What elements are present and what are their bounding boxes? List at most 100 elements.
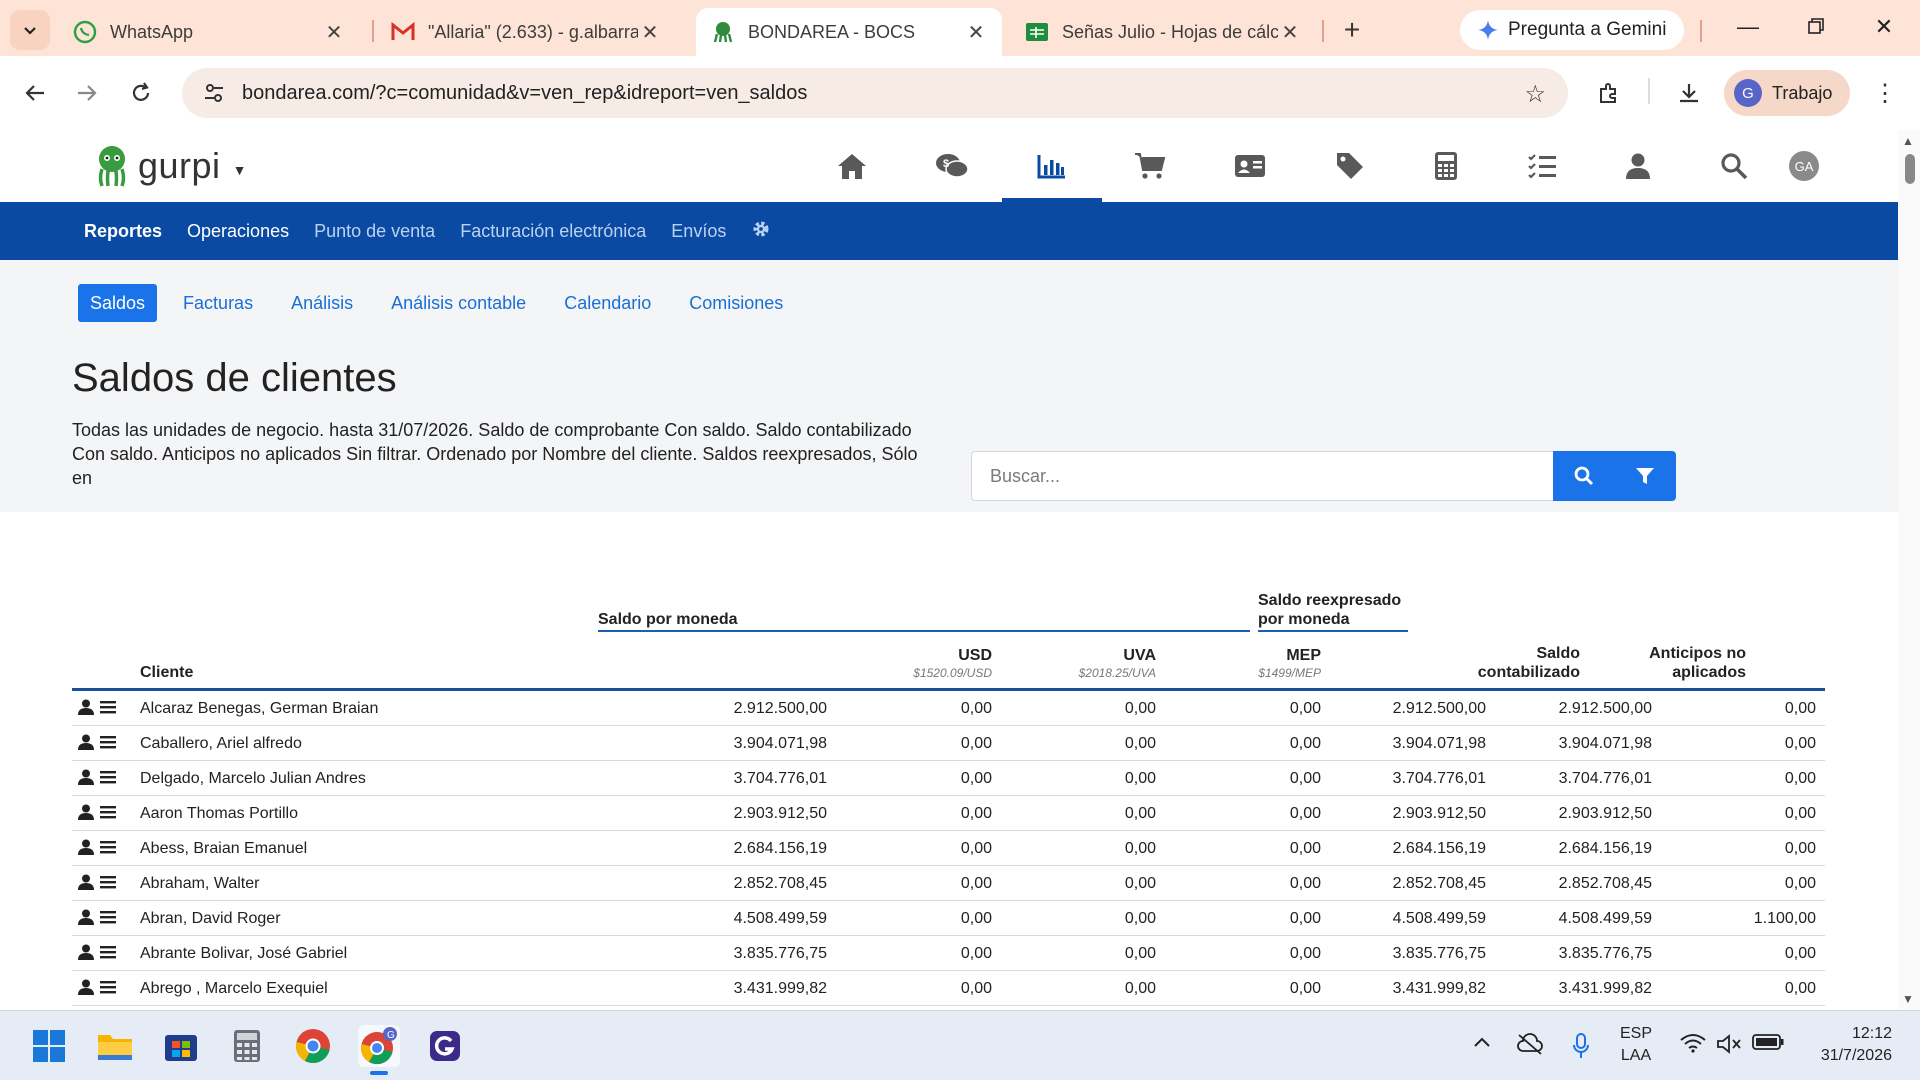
taskbar-chrome[interactable] bbox=[292, 1025, 334, 1067]
tab-sheets[interactable]: Señas Julio - Hojas de cálc ✕ bbox=[1010, 8, 1316, 56]
list-menu-icon[interactable] bbox=[100, 945, 116, 964]
nav-facturacion-electronica[interactable]: Facturación electrónica bbox=[460, 221, 646, 242]
input-language[interactable]: ESP LAA bbox=[1620, 1023, 1652, 1067]
nav-users[interactable] bbox=[1616, 146, 1660, 186]
nav-operaciones[interactable]: Operaciones bbox=[187, 221, 289, 242]
tab-whatsapp[interactable]: WhatsApp ✕ bbox=[58, 8, 360, 56]
tab-bondarea[interactable]: BONDAREA - BOCS ✕ bbox=[696, 8, 1002, 56]
taskbar-store[interactable] bbox=[160, 1025, 202, 1067]
close-window-button[interactable]: ✕ bbox=[1866, 14, 1902, 40]
taskbar-chrome-profile[interactable]: G bbox=[358, 1025, 400, 1075]
address-bar[interactable]: bondarea.com/?c=comunidad&v=ven_rep&idre… bbox=[182, 68, 1568, 118]
user-icon[interactable] bbox=[78, 839, 94, 860]
start-button[interactable] bbox=[28, 1025, 70, 1067]
search-button[interactable] bbox=[1553, 451, 1615, 501]
scroll-up-icon[interactable]: ▲ bbox=[1902, 134, 1914, 148]
user-icon[interactable] bbox=[78, 699, 94, 720]
tab-facturas[interactable]: Facturas bbox=[171, 284, 265, 322]
bookmark-star-icon[interactable]: ☆ bbox=[1524, 80, 1546, 109]
col-header-uva[interactable]: UVA bbox=[1016, 646, 1156, 665]
user-menu[interactable]: GA bbox=[1782, 146, 1826, 186]
cell-client[interactable]: Abraham, Walter bbox=[140, 875, 520, 893]
nav-home[interactable] bbox=[830, 146, 874, 186]
user-icon[interactable] bbox=[78, 874, 94, 895]
page-scrollbar[interactable]: ▲ ▼ bbox=[1898, 130, 1920, 1010]
list-menu-icon[interactable] bbox=[100, 735, 116, 754]
tab-comisiones[interactable]: Comisiones bbox=[677, 284, 795, 322]
nav-accounting[interactable] bbox=[1424, 146, 1468, 186]
taskbar-file-explorer[interactable] bbox=[94, 1025, 136, 1067]
cell-client[interactable]: Abrante Bolivar, José Gabriel bbox=[140, 945, 520, 963]
user-icon[interactable] bbox=[78, 979, 94, 1000]
col-header-advances-1[interactable]: Anticipos no bbox=[1596, 644, 1746, 663]
user-icon[interactable] bbox=[78, 909, 94, 930]
cell-client[interactable]: Aaron Thomas Portillo bbox=[140, 805, 520, 823]
brand-menu[interactable]: gurpi ▼ bbox=[94, 144, 246, 188]
reload-button[interactable] bbox=[122, 74, 160, 112]
list-menu-icon[interactable] bbox=[100, 980, 116, 999]
list-menu-icon[interactable] bbox=[100, 910, 116, 929]
new-tab-button[interactable]: + bbox=[1334, 12, 1370, 48]
scrollbar-thumb[interactable] bbox=[1905, 154, 1915, 184]
tab-search-button[interactable] bbox=[10, 10, 50, 50]
wifi-icon[interactable] bbox=[1680, 1033, 1706, 1058]
cell-client[interactable]: Alcaraz Benegas, German Braian bbox=[140, 700, 520, 718]
list-menu-icon[interactable] bbox=[100, 875, 116, 894]
nav-search[interactable] bbox=[1712, 146, 1756, 186]
tab-calendario[interactable]: Calendario bbox=[552, 284, 663, 322]
site-settings-icon[interactable] bbox=[190, 82, 238, 104]
close-icon[interactable]: ✕ bbox=[322, 20, 346, 45]
nav-contacts[interactable] bbox=[1228, 146, 1272, 186]
user-icon[interactable] bbox=[78, 734, 94, 755]
cell-client[interactable]: Abran, David Roger bbox=[140, 910, 520, 928]
taskbar-calculator[interactable] bbox=[226, 1025, 268, 1067]
col-header-usd[interactable]: USD bbox=[852, 646, 992, 665]
volume-muted-icon[interactable] bbox=[1716, 1033, 1742, 1060]
nav-products[interactable] bbox=[1328, 146, 1372, 186]
tab-saldos[interactable]: Saldos bbox=[78, 284, 158, 322]
back-button[interactable] bbox=[16, 74, 54, 112]
system-clock[interactable]: 12:12 31/7/2026 bbox=[1800, 1023, 1892, 1067]
microphone-icon[interactable] bbox=[1572, 1033, 1590, 1064]
nav-tasks[interactable] bbox=[1520, 146, 1564, 186]
user-icon[interactable] bbox=[78, 804, 94, 825]
col-header-booked-1[interactable]: Saldo bbox=[1430, 644, 1580, 663]
cell-client[interactable]: Delgado, Marcelo Julian Andres bbox=[140, 770, 520, 788]
profile-button[interactable]: G Trabajo bbox=[1724, 70, 1851, 116]
tab-analisis-contable[interactable]: Análisis contable bbox=[379, 284, 538, 322]
extensions-button[interactable] bbox=[1590, 74, 1628, 112]
nav-reportes[interactable]: Reportes bbox=[84, 221, 162, 242]
list-menu-icon[interactable] bbox=[100, 770, 116, 789]
nav-envios[interactable]: Envíos bbox=[671, 221, 726, 242]
chrome-menu-button[interactable]: ⋮ bbox=[1866, 74, 1904, 112]
cloud-offline-icon[interactable] bbox=[1516, 1033, 1544, 1060]
col-header-mep[interactable]: MEP bbox=[1181, 646, 1321, 665]
close-icon[interactable]: ✕ bbox=[964, 20, 988, 45]
tray-overflow-icon[interactable] bbox=[1472, 1033, 1492, 1054]
col-header-booked-2[interactable]: contabilizado bbox=[1430, 663, 1580, 682]
taskbar-app-g[interactable] bbox=[424, 1025, 466, 1067]
restore-button[interactable] bbox=[1798, 14, 1834, 40]
scroll-down-icon[interactable]: ▼ bbox=[1902, 992, 1914, 1006]
gear-icon[interactable] bbox=[751, 219, 771, 244]
nav-reports[interactable] bbox=[1002, 146, 1102, 202]
cell-client[interactable]: Abess, Braian Emanuel bbox=[140, 840, 520, 858]
nav-cart[interactable] bbox=[1128, 146, 1172, 186]
forward-button[interactable] bbox=[68, 74, 106, 112]
filter-button[interactable] bbox=[1615, 451, 1677, 501]
battery-icon[interactable] bbox=[1752, 1033, 1784, 1056]
nav-collections[interactable]: $ bbox=[930, 146, 974, 186]
user-icon[interactable] bbox=[78, 944, 94, 965]
cell-client[interactable]: Abrego , Marcelo Exequiel bbox=[140, 980, 520, 998]
close-icon[interactable]: ✕ bbox=[638, 20, 662, 45]
minimize-button[interactable]: — bbox=[1730, 14, 1766, 40]
downloads-button[interactable] bbox=[1670, 74, 1708, 112]
list-menu-icon[interactable] bbox=[100, 700, 116, 719]
close-icon[interactable]: ✕ bbox=[1278, 20, 1302, 45]
nav-punto-de-venta[interactable]: Punto de venta bbox=[314, 221, 435, 242]
tab-analisis[interactable]: Análisis bbox=[279, 284, 365, 322]
list-menu-icon[interactable] bbox=[100, 805, 116, 824]
col-header-advances-2[interactable]: aplicados bbox=[1596, 663, 1746, 682]
tab-gmail[interactable]: "Allaria" (2.633) - g.albarra ✕ bbox=[376, 8, 676, 56]
search-input[interactable]: Buscar... bbox=[971, 451, 1553, 501]
